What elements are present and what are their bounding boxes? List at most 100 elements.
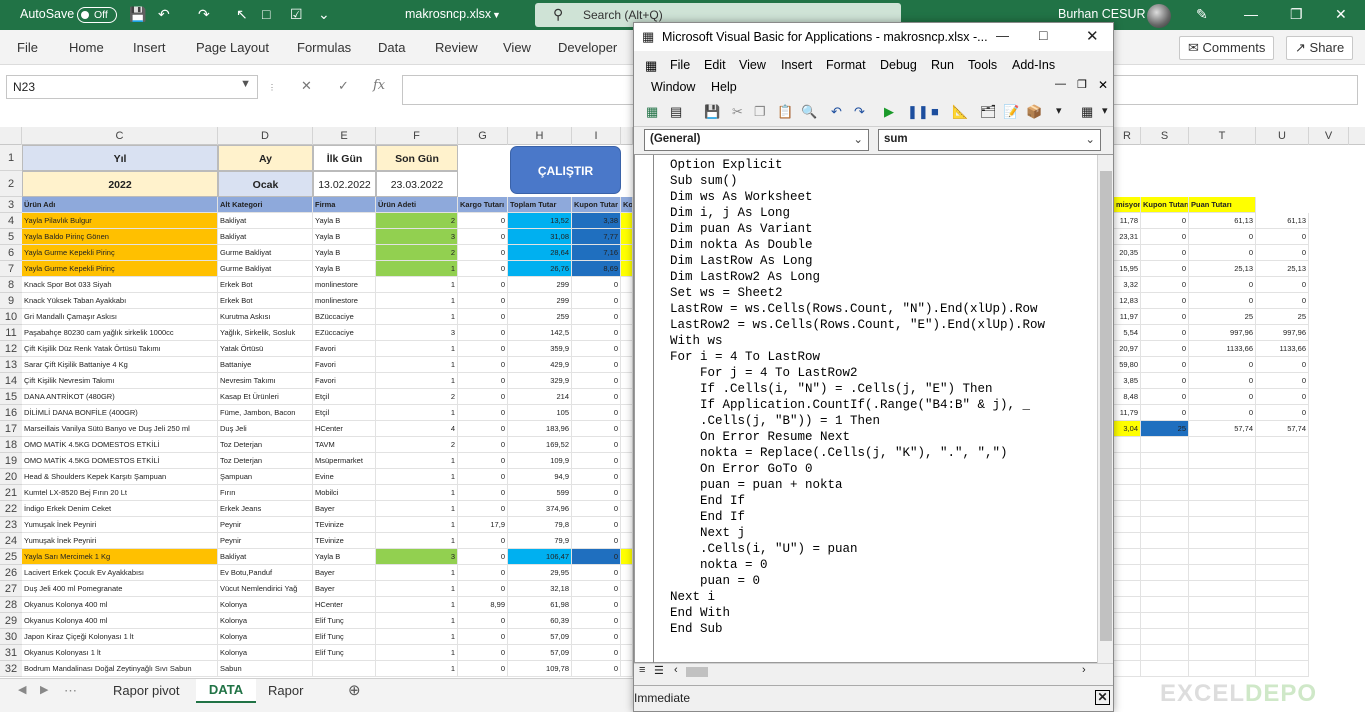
cell-e[interactable]: Elif Tunç (313, 629, 376, 645)
properties-icon[interactable]: 📝 (1003, 104, 1019, 120)
row-header[interactable]: 1 (0, 145, 22, 171)
cell-c[interactable]: Yayla Pilavlık Bulgur (22, 213, 218, 229)
cell-j[interactable] (621, 645, 633, 661)
cell-t[interactable] (1189, 581, 1256, 597)
cell-e[interactable]: TEvinize (313, 517, 376, 533)
row-header[interactable]: 29 (0, 613, 22, 629)
cell-i[interactable]: 0 (572, 309, 621, 325)
cell-g[interactable]: 0 (458, 453, 508, 469)
toolbar-options-icon[interactable]: ▾ (1056, 104, 1062, 117)
cell-h[interactable]: 374,96 (508, 501, 572, 517)
vba-menu-edit[interactable]: Edit (704, 58, 726, 72)
code-line[interactable]: On Error GoTo 0 (670, 461, 813, 477)
cell-t[interactable]: 0 (1189, 405, 1256, 421)
user-name[interactable]: Burhan CESUR (1058, 7, 1146, 21)
cell-f[interactable]: 2 (376, 213, 458, 229)
cell-s[interactable] (1141, 501, 1189, 517)
tab-review[interactable]: Review (435, 40, 478, 55)
row-header[interactable]: 10 (0, 309, 22, 325)
cell-f[interactable]: 1 (376, 469, 458, 485)
cell-f[interactable]: 1 (376, 405, 458, 421)
form-icon[interactable]: □ (262, 6, 270, 22)
cell-r[interactable]: 3,85 (1114, 373, 1141, 389)
cell-i[interactable]: 0 (572, 453, 621, 469)
cell-h[interactable]: 259 (508, 309, 572, 325)
cell-r[interactable]: 3,32 (1114, 277, 1141, 293)
find-icon[interactable]: 🔍 (801, 104, 817, 120)
cell-e[interactable]: TEvinize (313, 533, 376, 549)
row-header[interactable]: 3 (0, 197, 22, 213)
cell-r[interactable] (1114, 469, 1141, 485)
cell-f[interactable]: 2 (376, 245, 458, 261)
vba-menu-tools[interactable]: Tools (968, 58, 997, 72)
cell-f[interactable]: 1 (376, 277, 458, 293)
insert-module-icon[interactable]: ▤ (670, 104, 682, 120)
cell-i[interactable]: 7,77 (572, 229, 621, 245)
row-header[interactable]: 19 (0, 453, 22, 469)
cell-c[interactable]: Japon Kiraz Çiçeği Kolonyası 1 lt (22, 629, 218, 645)
tab-developer[interactable]: Developer (558, 40, 617, 55)
cell-g[interactable]: 0 (458, 245, 508, 261)
row-header[interactable]: 30 (0, 629, 22, 645)
code-line[interactable]: LastRow2 = ws.Cells(Rows.Count, "E").End… (670, 317, 1045, 333)
cell-c[interactable]: Yayla Sarı Mercimek 1 Kg (22, 549, 218, 565)
cell-e[interactable]: Yayla B (313, 245, 376, 261)
cell-s[interactable]: 0 (1141, 389, 1189, 405)
cell-u[interactable]: 0 (1256, 277, 1309, 293)
code-line[interactable]: Dim puan As Variant (670, 221, 813, 237)
cell-c[interactable]: Marseillais Vanilya Sütü Banyo ve Duş Je… (22, 421, 218, 437)
sheet-tab-rapor-pivot[interactable]: Rapor pivot (113, 683, 179, 698)
cell-s[interactable]: 0 (1141, 213, 1189, 229)
cell-g[interactable]: 0 (458, 325, 508, 341)
procedure-combo[interactable]: sum ⌄ (878, 129, 1101, 151)
cell-t[interactable]: 25 (1189, 309, 1256, 325)
row-header[interactable]: 11 (0, 325, 22, 341)
col-header-r[interactable]: R (1114, 127, 1141, 145)
object-combo[interactable]: (General) ⌄ (644, 129, 869, 151)
cell-t[interactable] (1189, 549, 1256, 565)
cell-j[interactable] (621, 437, 633, 453)
cell-i[interactable]: 0 (572, 389, 621, 405)
row-header[interactable]: 31 (0, 645, 22, 661)
cell-u[interactable] (1256, 613, 1309, 629)
row-header[interactable]: 32 (0, 661, 22, 677)
cell-f[interactable]: 1 (376, 309, 458, 325)
undo-icon[interactable]: ↶ (158, 6, 170, 23)
cell-t[interactable]: 0 (1189, 229, 1256, 245)
cell-j[interactable] (621, 565, 633, 581)
cell-h[interactable]: 329,9 (508, 373, 572, 389)
cell-u[interactable]: 0 (1256, 405, 1309, 421)
cell-i[interactable]: 0 (572, 597, 621, 613)
cell-s[interactable]: 0 (1141, 405, 1189, 421)
cell-c[interactable]: Yumuşak İnek Peyniri (22, 517, 218, 533)
cell-u[interactable]: 1133,66 (1256, 341, 1309, 357)
cell-s[interactable]: 0 (1141, 277, 1189, 293)
cell-j[interactable] (621, 405, 633, 421)
object-browser-icon[interactable]: 📦 (1026, 104, 1042, 120)
row-header[interactable]: 28 (0, 597, 22, 613)
cell-e[interactable]: Yayla B (313, 261, 376, 277)
cell-s[interactable] (1141, 613, 1189, 629)
cell-t[interactable] (1189, 565, 1256, 581)
cell-u[interactable] (1256, 517, 1309, 533)
cell-r[interactable]: 11,97 (1114, 309, 1141, 325)
file-dropdown-icon[interactable]: ▼ (492, 10, 501, 20)
cell-e[interactable]: Evine (313, 469, 376, 485)
cell-u[interactable] (1256, 645, 1309, 661)
cell-u[interactable] (1256, 597, 1309, 613)
cell-h[interactable]: 79,8 (508, 517, 572, 533)
cell-c[interactable]: OMO MATİK 4.5KG DOMESTOS ETKİLİ (22, 453, 218, 469)
cell-d[interactable]: Peynir (218, 517, 313, 533)
cell-j[interactable] (621, 341, 633, 357)
cell-u[interactable]: 0 (1256, 389, 1309, 405)
cell-j[interactable] (621, 373, 633, 389)
cell-g[interactable]: 17,9 (458, 517, 508, 533)
vba-doc-icon[interactable]: ▦ (645, 58, 657, 74)
cell-t[interactable]: 57,74 (1189, 421, 1256, 437)
row-header[interactable]: 20 (0, 469, 22, 485)
vba-undo-icon[interactable]: ↶ (831, 104, 842, 120)
cell-r[interactable] (1114, 581, 1141, 597)
cell-j[interactable] (621, 421, 633, 437)
cell-t[interactable]: 0 (1189, 389, 1256, 405)
cell-h[interactable]: 214 (508, 389, 572, 405)
